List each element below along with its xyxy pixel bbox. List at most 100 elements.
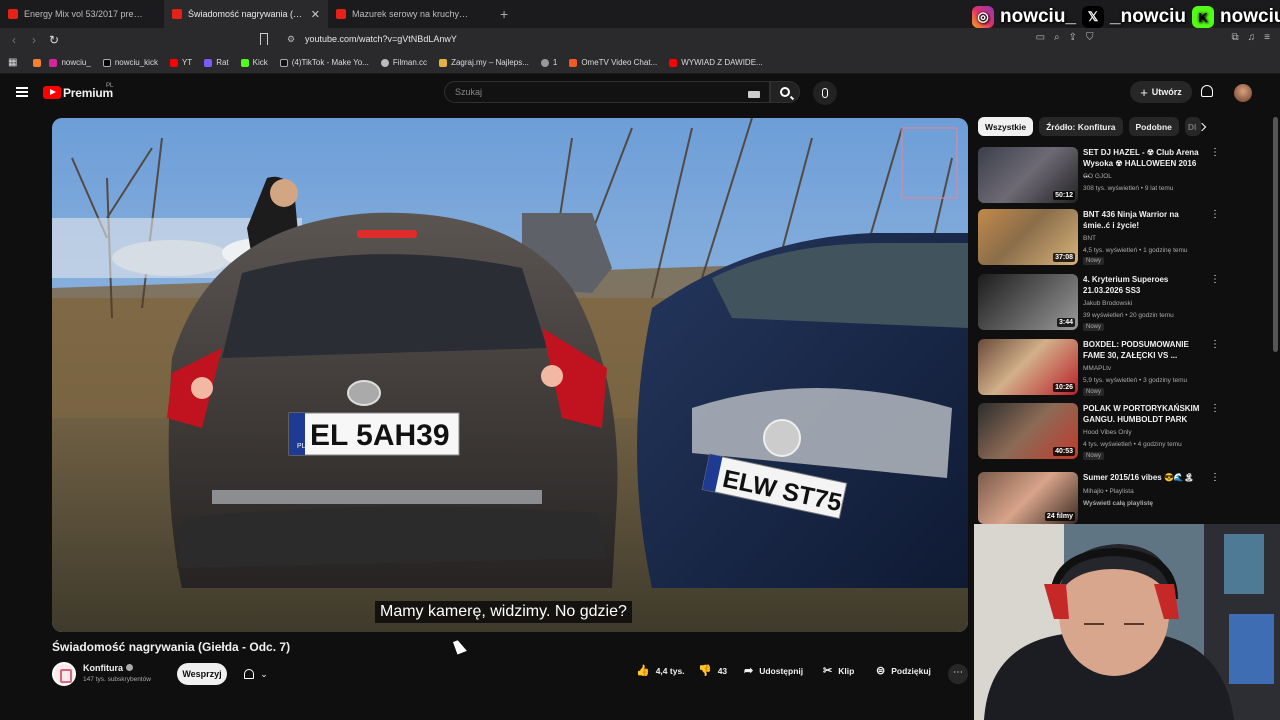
verified-icon (126, 664, 133, 671)
new-badge: Nowy (1083, 323, 1105, 331)
support-button[interactable]: Wesprzyj (177, 663, 227, 685)
music-icon[interactable]: ♫ (1248, 32, 1256, 43)
dislike-button[interactable]: 👎 43 (698, 664, 727, 677)
site-settings-icon[interactable]: ⚙ (287, 34, 295, 45)
recommendation-playlist-item[interactable]: 24 filmy Sumer 2015/16 vibes 😎🌊🏝 Mihajlo… (978, 472, 1220, 530)
new-tab-button[interactable]: + (500, 6, 508, 22)
extensions-icon[interactable]: ⧉ (1232, 32, 1239, 43)
recommendation-item[interactable]: 50:12 SET DJ HAZEL - ☢ Club Arena Wysoka… (978, 147, 1220, 205)
share-button[interactable]: ➦ Udostępnij (744, 664, 803, 677)
more-options-icon[interactable]: ⋮ (1210, 209, 1220, 220)
more-actions-button[interactable]: ⋯ (948, 664, 968, 684)
more-options-icon[interactable]: ⋮ (1210, 472, 1220, 483)
x-handle: _nowciu (1110, 6, 1187, 27)
chip-all[interactable]: Wszystkie (978, 117, 1034, 136)
bookmark-rss[interactable] (33, 58, 42, 67)
streamer-webcam (974, 524, 1280, 720)
recommendation-title[interactable]: 4. Kryterium Superoes 21.03.2026 SS3 (1083, 274, 1205, 296)
recommendation-item[interactable]: 3:44 4. Kryterium Superoes 21.03.2026 SS… (978, 274, 1220, 332)
more-options-icon[interactable]: ⋮ (1210, 403, 1220, 414)
recommendation-item[interactable]: 10:26 BOXDEL: PODSUMOWANIE FAME 30, ZAŁĘ… (978, 339, 1220, 397)
share-icon[interactable]: ⇪ (1069, 32, 1077, 43)
youtube-logo-icon[interactable] (43, 86, 61, 99)
more-options-icon[interactable]: ⋮ (1210, 147, 1220, 158)
channel-avatar[interactable] (52, 662, 76, 686)
video-thumbnail[interactable]: 3:44 (978, 274, 1078, 330)
forward-icon[interactable]: › (24, 33, 44, 47)
bookmark-item[interactable]: nowciu_ (49, 58, 91, 67)
bookmark-icon[interactable] (260, 33, 268, 45)
close-tab-icon[interactable]: ✕ (311, 8, 320, 21)
zoom-icon[interactable]: ⌕ (1054, 32, 1060, 43)
like-button[interactable]: 👍 4,4 tys. (636, 664, 685, 677)
more-options-icon[interactable]: ⋮ (1210, 274, 1220, 285)
recommendation-title[interactable]: Sumer 2015/16 vibes 😎🌊🏝 (1083, 472, 1205, 483)
search-button[interactable] (770, 81, 800, 103)
video-thumbnail[interactable]: 50:12 (978, 147, 1078, 203)
bookmark-item[interactable]: Kick (240, 58, 268, 67)
bookmark-item[interactable]: 1 (540, 58, 557, 67)
video-thumbnail[interactable]: 10:26 (978, 339, 1078, 395)
account-avatar[interactable] (1234, 84, 1252, 102)
recommendation-item[interactable]: 40:53 POLAK W PORTORYKAŃSKIM GANGU. HUMB… (978, 403, 1220, 461)
browser-tab[interactable]: Mazurek serowy na kruchym spodzie (328, 0, 492, 28)
recommendation-filter-chips: Wszystkie Źródło: Konfitura Podobne Dl (978, 117, 1201, 136)
reload-icon[interactable]: ↻ (44, 33, 64, 47)
cast-icon[interactable]: ▭ (1036, 32, 1045, 43)
shield-icon[interactable]: ⛉ (1086, 32, 1094, 43)
recommendation-title[interactable]: POLAK W PORTORYKAŃSKIM GANGU. HUMBOLDT P… (1083, 403, 1205, 425)
more-options-icon[interactable]: ⋮ (1210, 339, 1220, 350)
video-player[interactable]: PL EL 5AH39 ELW ST75 (52, 118, 968, 632)
voice-search-button[interactable] (813, 81, 837, 105)
chip-source[interactable]: Źródło: Konfitura (1039, 117, 1123, 136)
notifications-bell-icon[interactable] (1201, 85, 1213, 97)
hamburger-menu-icon[interactable] (16, 87, 28, 97)
create-button[interactable]: + Utwórz (1130, 81, 1192, 103)
playlist-thumbnail[interactable]: 24 filmy (978, 472, 1078, 524)
bookmark-item[interactable]: YT (169, 58, 192, 67)
bookmark-item[interactable]: nowciu_kick (102, 58, 158, 67)
recommendation-channel[interactable]: BNT (1083, 234, 1096, 243)
url-field[interactable]: youtube.com/watch?v=gVtNBdLAnwY (305, 34, 457, 44)
sidebar-scrollbar[interactable] (1273, 117, 1278, 352)
subscription-notifications-button[interactable]: ⌄ (236, 663, 276, 685)
youtube-favicon-icon (172, 9, 182, 19)
back-icon[interactable]: ‹ (4, 33, 24, 47)
video-thumbnail[interactable]: 40:53 (978, 403, 1078, 459)
clip-button[interactable]: ✂ Klip (823, 664, 854, 677)
instagram-icon: ◎ (972, 6, 994, 28)
recommendation-channel[interactable]: Hood Vibes Only (1083, 428, 1132, 437)
channel-name[interactable]: Konfitura (83, 663, 133, 673)
bookmarks-bar: ▦ nowciu_ nowciu_kick YT Rat Kick (4)Tik… (0, 52, 1280, 74)
thanks-button[interactable]: ⊜ Podziękuj (876, 664, 931, 677)
keyboard-icon[interactable] (748, 91, 760, 98)
recommendation-title[interactable]: BOXDEL: PODSUMOWANIE FAME 30, ZAŁĘCKI VS… (1083, 339, 1205, 361)
menu-icon[interactable]: ≡ (1264, 32, 1270, 43)
view-playlist-link[interactable]: Wyświetl całą playlistę (1083, 499, 1153, 508)
recommendation-item[interactable]: 37:08 BNT 436 Ninja Warrior na śmie..ć i… (978, 209, 1220, 267)
recommendation-channel[interactable]: Jakub Brodowski (1083, 299, 1132, 308)
video-subtitle: Mamy kamerę, widzimy. No gdzie? (375, 601, 632, 623)
bookmark-item[interactable]: WYWIAD Z DAWIDE... (669, 58, 763, 67)
recommendation-channel[interactable]: MMAPLtv (1083, 364, 1111, 373)
bookmark-item[interactable]: OmeTV Video Chat... (569, 58, 657, 67)
recommendation-channel[interactable]: GO GJOL (1083, 172, 1112, 181)
bookmark-item[interactable]: (4)TikTok - Make Yo... (279, 58, 369, 67)
bookmark-item[interactable]: Rat (204, 58, 229, 67)
apps-icon[interactable]: ▦ (8, 57, 17, 68)
browser-tab[interactable]: Energy Mix vol 53/2017 pres The (0, 0, 164, 28)
recommendation-meta: 4 tys. wyświetleń • 4 godziny temu (1083, 441, 1182, 448)
search-input[interactable]: Szukaj (444, 81, 770, 103)
recommendation-title[interactable]: BNT 436 Ninja Warrior na śmie..ć i życie… (1083, 209, 1205, 231)
bookmark-item[interactable]: Zagraj.my – Najleps... (439, 58, 529, 67)
browser-tab-active[interactable]: Świadomość nagrywania (Giełda ✕ (164, 0, 328, 28)
share-arrow-icon: ➦ (744, 665, 754, 677)
new-badge: Nowy (1083, 388, 1105, 396)
microphone-icon (822, 88, 828, 98)
chip-similar[interactable]: Podobne (1128, 117, 1179, 136)
bookmark-item[interactable]: Filman.cc (380, 58, 427, 67)
recommendation-channel[interactable]: Mihajlo • Playlista (1083, 487, 1134, 496)
x-logo-icon: 𝕏 (1082, 6, 1105, 28)
thumbs-up-icon: 👍 (636, 665, 650, 677)
video-thumbnail[interactable]: 37:08 (978, 209, 1078, 265)
